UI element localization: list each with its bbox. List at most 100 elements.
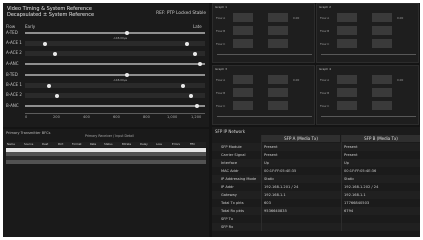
- sfp-b-column-header: SFP B (Media Tx): [342, 135, 420, 142]
- graph-row-label: Flow C: [216, 42, 226, 46]
- timing-marker[interactable]: [53, 51, 57, 56]
- network-row-label: Gateway: [221, 193, 237, 197]
- timing-row-label: A-ACE 1: [6, 40, 22, 45]
- network-row: SFP Rx: [212, 223, 420, 231]
- network-caption: SFP IP Network: [215, 129, 246, 134]
- axis-tick: 1,000: [167, 115, 178, 119]
- timing-track: [25, 93, 205, 98]
- graph-row-label: Flow A: [216, 16, 226, 20]
- timing-marker[interactable]: [198, 62, 202, 66]
- timing-title-line2: Decapsulated ± System Reference: [7, 12, 95, 18]
- timing-row-label: B-ACE 1: [6, 82, 22, 87]
- graph-block: [268, 13, 288, 22]
- timing-axis: [25, 113, 205, 114]
- graph-block: [372, 39, 392, 48]
- network-row-label: Total Rx pkts: [221, 209, 244, 213]
- timing-marker[interactable]: [125, 73, 129, 77]
- video-timing-panel: Video Timing & System Reference Decapsul…: [3, 3, 209, 127]
- network-row-label: IP Addr: [221, 185, 234, 189]
- graph-block: [372, 88, 392, 97]
- graph-block: [337, 39, 357, 48]
- timing-marker[interactable]: [125, 31, 129, 35]
- graph-block: [268, 75, 288, 84]
- timing-marker[interactable]: [193, 51, 197, 56]
- sfp-a-value: 00:1F:FF:05:4E:35: [264, 169, 297, 173]
- graph-baseline: [217, 116, 312, 117]
- timing-track: [25, 74, 205, 76]
- timing-row-label: B-ANC: [6, 103, 19, 108]
- sfp-a-value: 192.168.1.201 / 24: [264, 185, 299, 189]
- graph-block: [233, 88, 253, 97]
- graph-block: [233, 26, 253, 35]
- graph-baseline: [321, 116, 416, 117]
- sfp-a-value: Present: [264, 145, 278, 149]
- graph-block: [372, 26, 392, 35]
- sfp-a-value: 9536640835: [264, 209, 287, 213]
- graph-title: Graph 4: [319, 67, 332, 71]
- column-divider: [261, 135, 262, 231]
- flow-column-header: Flow: [6, 24, 16, 29]
- network-row: Gateway 192.168.1.1 192.168.1.1: [212, 191, 420, 199]
- table-row[interactable]: [6, 160, 206, 164]
- graph-value: 0.00: [397, 16, 404, 20]
- axis-tick: 1,200: [191, 115, 202, 119]
- sfp-b-value: 192.168.1.1: [344, 193, 366, 197]
- network-row-label: IP Addressing Mode: [221, 177, 257, 181]
- table-header-cell: Dest: [42, 142, 49, 146]
- graph-title: Graph 3: [215, 67, 228, 71]
- graph-block: [372, 75, 392, 84]
- graph-title: Graph 1: [215, 5, 228, 9]
- timing-track: [25, 32, 205, 34]
- timing-track: [25, 83, 205, 88]
- sfp-a-value: Static: [264, 177, 275, 181]
- graph-block: [233, 13, 253, 22]
- table-header-cell: Bitrate: [122, 142, 132, 146]
- network-row: Interface Up Up: [212, 159, 420, 167]
- timing-row-label: A-TED: [6, 30, 18, 35]
- graph-baseline: [217, 54, 312, 55]
- timing-marker[interactable]: [195, 104, 199, 108]
- graph-block: [268, 101, 288, 110]
- network-row: IP Addressing Mode Static Static: [212, 175, 420, 183]
- graph-block: [337, 75, 357, 84]
- table-header-cell: Name: [7, 142, 15, 146]
- graph-block: [268, 88, 288, 97]
- timing-marker[interactable]: [189, 93, 193, 98]
- timing-marker[interactable]: [47, 83, 51, 88]
- network-row-label: Interface: [221, 161, 238, 165]
- timing-marker[interactable]: [43, 41, 47, 46]
- timing-offset-value: -148.00µs: [113, 36, 128, 40]
- timing-row-label: B-ACE 2: [6, 92, 22, 97]
- network-row: IP Addr 192.168.1.201 / 24 192.168.1.202…: [212, 183, 420, 191]
- graph-block: [233, 39, 253, 48]
- graph-block: [233, 101, 253, 110]
- graph-title: Graph 2: [319, 5, 332, 9]
- graph-block: [337, 13, 357, 22]
- timing-marker[interactable]: [181, 83, 185, 88]
- table-header-cell: Delay: [140, 142, 148, 146]
- late-column-header: Late: [193, 24, 202, 29]
- network-row: Total Rx pkts 9536640835 6794: [212, 207, 420, 215]
- table-header-cell: FEC: [190, 142, 196, 146]
- network-row-label: SFP Module: [221, 145, 242, 149]
- graph-row-label: Flow B: [216, 91, 226, 95]
- graph-block: [337, 26, 357, 35]
- graph-block: [268, 26, 288, 35]
- graph-row-label: Flow C: [320, 42, 330, 46]
- table-header-row: Name Source Dest Port Format Rate Status…: [6, 142, 206, 147]
- graph-block: [372, 101, 392, 110]
- table-caption: Primary Transmitter BFCs: [6, 131, 51, 135]
- graph-panel: Graph 3 Flow A Flow B Flow C 0.00: [212, 65, 315, 125]
- table-header-cell: Rate: [90, 142, 97, 146]
- sfp-b-value: Present: [344, 145, 358, 149]
- sfp-b-value: Present: [344, 153, 358, 157]
- graph-value: 0.00: [397, 78, 404, 82]
- timing-marker[interactable]: [185, 41, 189, 46]
- network-row: SFP Tx: [212, 215, 420, 223]
- axis-tick: 600: [113, 115, 120, 119]
- table-group-header: Primary Receiver / Input Detail: [85, 134, 134, 138]
- column-divider: [341, 135, 342, 231]
- timing-track: [25, 105, 205, 107]
- timing-marker[interactable]: [55, 93, 59, 98]
- table-header-cell: Format: [72, 142, 82, 146]
